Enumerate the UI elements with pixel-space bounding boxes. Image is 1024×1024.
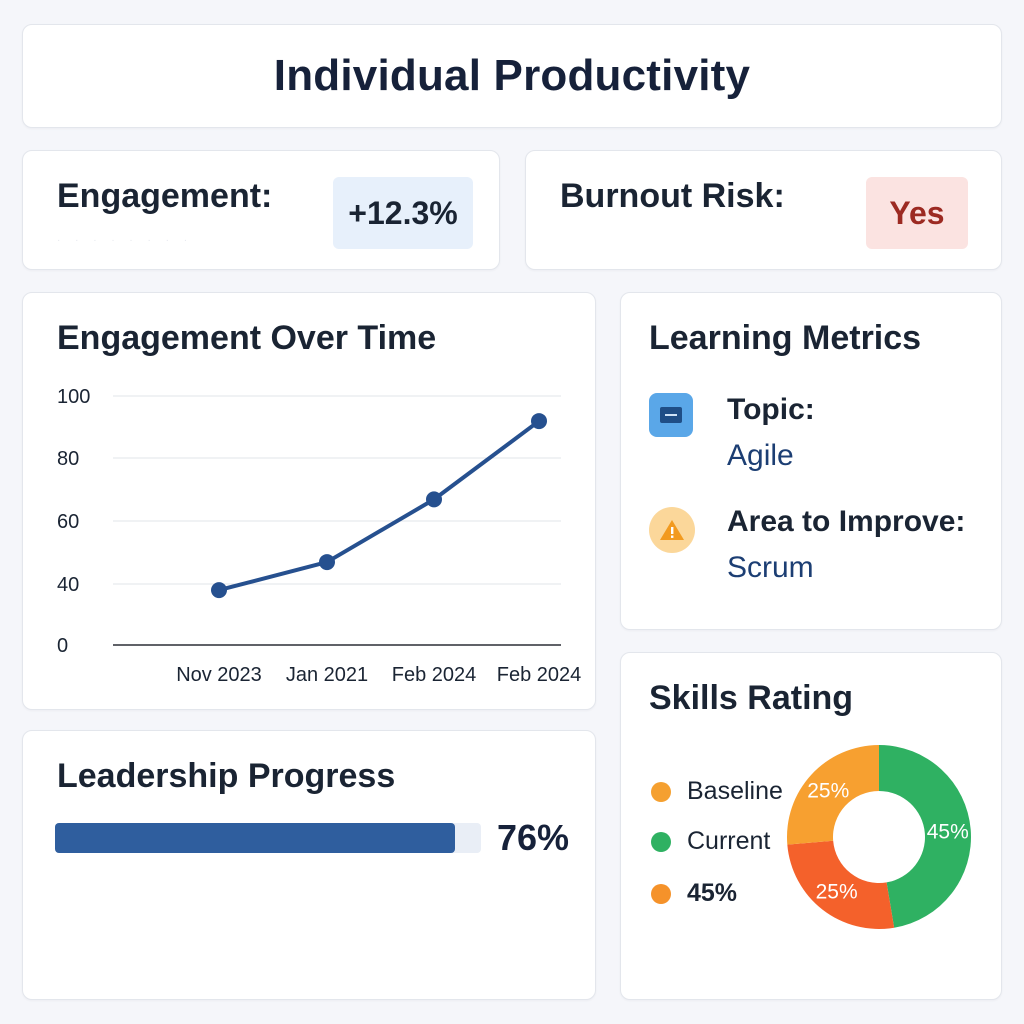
y-tick-label: 80 <box>57 448 79 470</box>
data-point <box>211 582 227 599</box>
warning-icon <box>649 507 695 553</box>
data-point <box>319 554 335 571</box>
engagement-line-chart: 0 40 60 80 100 Nov 2023 Jan 2021 Feb 2024 Feb 20… <box>57 386 582 686</box>
area-to-improve-label: Area to Improve: <box>727 505 966 538</box>
topic-value: Agile <box>727 439 794 472</box>
series-line <box>217 419 541 593</box>
skills-rating-card: Skills Rating Baseline Current 45% 45% 25… <box>620 652 1002 1000</box>
engagement-kpi-card: Engagement: · · · · · · · · +12.3% <box>22 150 500 270</box>
x-tick-label: Feb 2024 <box>497 664 582 686</box>
x-tick-label: Feb 2024 <box>392 664 477 686</box>
y-tick-label: 60 <box>57 511 79 533</box>
x-tick-label: Jan 2021 <box>286 664 368 686</box>
engagement-label: Engagement: <box>57 177 273 215</box>
leadership-progress-fill <box>55 823 456 853</box>
leadership-progress-value: 76% <box>497 817 570 858</box>
slice-label: 25% <box>807 779 849 802</box>
learning-metrics-card: Learning Metrics Topic: Agile Area to Im… <box>620 292 1002 630</box>
leadership-progress-bar <box>55 823 481 853</box>
engagement-value-badge: +12.3% <box>333 177 473 249</box>
burnout-kpi-card: Burnout Risk: Yes <box>525 150 1002 270</box>
y-tick-label: 100 <box>57 386 90 408</box>
area-to-improve-value: Scrum <box>727 551 814 584</box>
burnout-label: Burnout Risk: <box>560 177 785 215</box>
document-icon <box>649 393 693 437</box>
slice-label: 45% <box>927 820 969 843</box>
data-point <box>426 491 442 508</box>
x-tick-label: Nov 2023 <box>176 664 262 686</box>
data-point <box>531 413 547 430</box>
engagement-subtext: · · · · · · · · <box>57 235 194 246</box>
leadership-title: Leadership Progress <box>57 757 396 795</box>
y-tick-label: 0 <box>57 635 68 657</box>
leadership-progress-card: Leadership Progress 76% <box>22 730 596 1000</box>
skills-donut-chart: 45% 25% 25% <box>787 745 971 929</box>
topic-label: Topic: <box>727 393 815 426</box>
y-tick-label: 40 <box>57 574 79 596</box>
title-card: Individual Productivity <box>22 24 1002 128</box>
learning-title: Learning Metrics <box>649 319 922 357</box>
page-title: Individual Productivity <box>273 51 751 100</box>
engagement-chart-card: Engagement Over Time 0 40 60 80 100 Nov 2023 J… <box>22 292 596 710</box>
burnout-value-badge: Yes <box>866 177 968 249</box>
slice-label: 25% <box>816 880 858 903</box>
